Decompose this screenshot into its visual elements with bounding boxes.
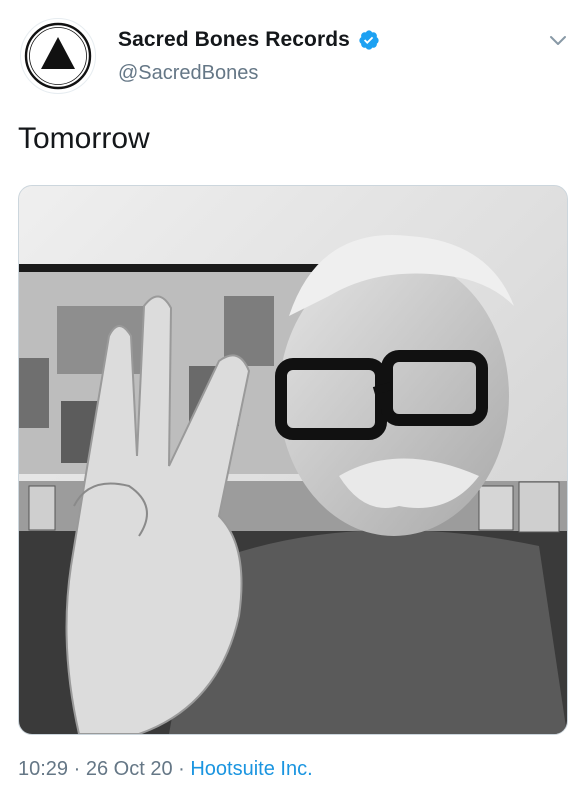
- tweet-time[interactable]: 10:29: [18, 758, 68, 780]
- chevron-down-icon[interactable]: [548, 30, 568, 50]
- avatar[interactable]: [20, 18, 96, 94]
- author-block: Sacred Bones Records @SacredBones: [118, 26, 380, 85]
- tweet-card: Sacred Bones Records @SacredBones Tomorr…: [0, 0, 586, 800]
- footer-separator: ·: [172, 758, 191, 780]
- photo-icon: [19, 186, 567, 734]
- verified-badge-icon: [359, 30, 379, 50]
- author-handle[interactable]: @SacredBones: [118, 62, 380, 85]
- tweet-footer: 10:29 · 26 Oct 20 · Hootsuite Inc.: [18, 758, 313, 781]
- author-name[interactable]: Sacred Bones Records: [118, 28, 350, 52]
- tweet-source-link[interactable]: Hootsuite Inc.: [190, 758, 312, 780]
- author-name-row: Sacred Bones Records: [118, 26, 380, 54]
- tweet-text: Tomorrow: [18, 122, 150, 155]
- triangle-logo-icon: [24, 22, 92, 90]
- tweet-date[interactable]: 26 Oct 20: [86, 758, 173, 780]
- tweet-photo[interactable]: [18, 185, 568, 735]
- footer-separator: ·: [68, 758, 86, 780]
